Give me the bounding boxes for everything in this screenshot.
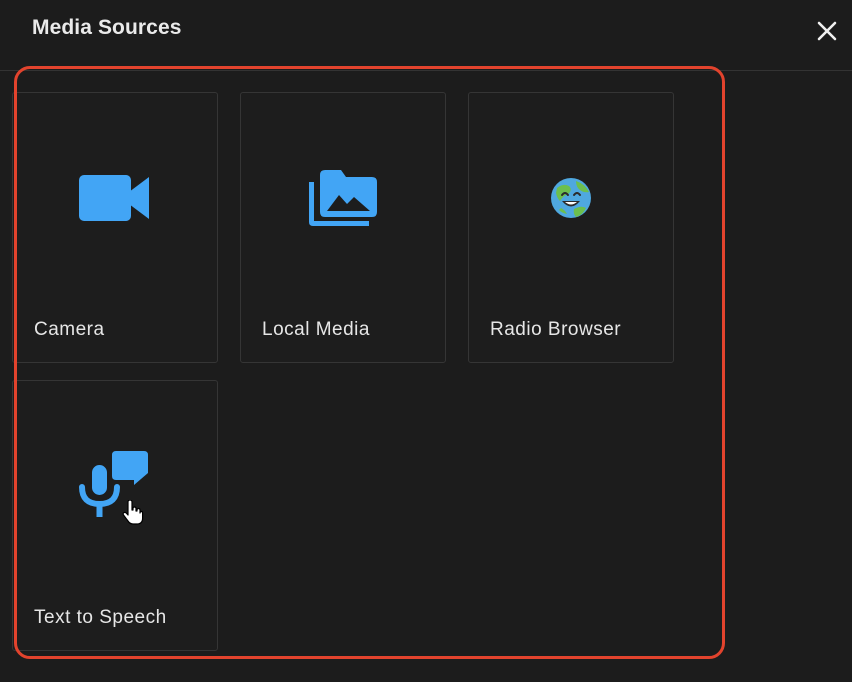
close-button[interactable]: [810, 14, 844, 48]
source-label: Text to Speech: [34, 607, 167, 628]
source-label: Radio Browser: [490, 319, 622, 340]
source-card-local-media[interactable]: Local Media: [240, 92, 446, 363]
hand-pointer-icon: [122, 500, 144, 525]
close-icon: [817, 21, 837, 41]
source-card-radio-browser[interactable]: Radio Browser: [468, 92, 674, 363]
source-card-text-to-speech[interactable]: Text to Speech: [12, 380, 218, 651]
photo-library-icon: [241, 163, 445, 233]
record-voice-icon: [13, 451, 217, 521]
videocam-icon: [13, 163, 217, 233]
source-card-camera[interactable]: Camera: [12, 92, 218, 363]
source-label: Local Media: [262, 319, 370, 340]
source-label: Camera: [34, 319, 105, 340]
earth-globe-smiling-icon: [469, 163, 673, 233]
dialog-header: Media Sources: [0, 0, 852, 71]
dialog-title: Media Sources: [32, 16, 182, 39]
